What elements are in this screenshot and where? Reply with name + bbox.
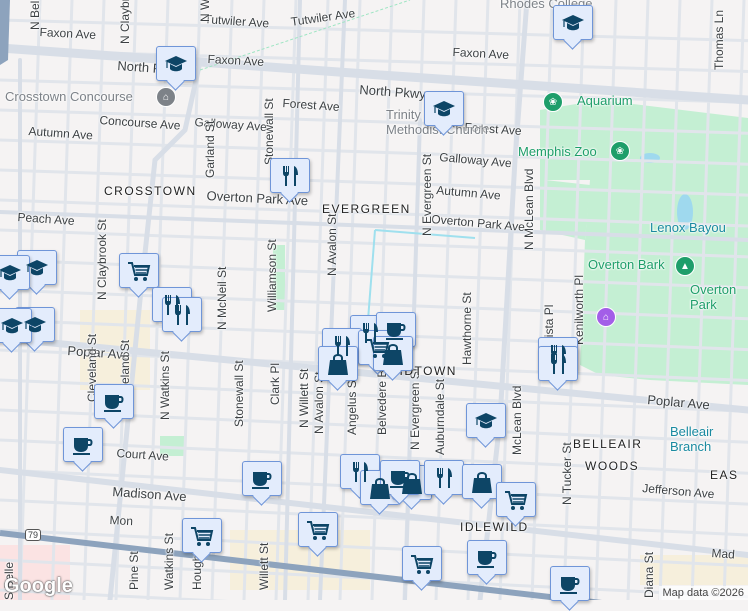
shopping-cart-icon [409,551,435,577]
graduation-cap-icon [22,312,48,338]
street-label: Faxon Ave [207,52,264,69]
street-label: Mon [109,513,133,528]
marker-cart[interactable] [402,546,442,581]
street-label: Willett St [257,543,271,590]
marker-cart[interactable] [496,482,536,517]
neighborhood-label: CROSSTOWN [104,184,197,198]
street-label: N Avalon St [325,214,339,276]
marker-coffee[interactable] [242,461,282,496]
graduation-cap-icon [473,408,499,434]
street-label: N Claybrook St [95,219,109,300]
street-label: Angelus St [345,377,359,435]
graduation-cap-icon [24,255,50,281]
tree-icon[interactable]: ▲ [675,256,695,276]
marker-restaurant[interactable] [270,158,310,193]
street-label: Mad [711,546,735,562]
graduation-cap-icon [431,96,457,122]
place-label: Overton Bark [588,257,665,272]
marker-coffee[interactable] [94,384,134,419]
graduation-cap-icon [560,10,586,36]
fork-knife-icon [169,302,195,328]
marker-school[interactable] [156,46,196,81]
shopping-cart-icon [305,517,331,543]
street-label: N McLean Blvd [522,169,536,250]
place-label: Overton Park [690,282,740,312]
place-label: Crosstown Concourse [5,89,133,104]
graduation-cap-icon [0,260,23,286]
street-label: Thomas Ln [712,10,726,70]
us-79-shield: 79 [25,529,41,541]
marker-coffee[interactable] [550,566,590,601]
street-label: Garland St [203,121,217,178]
marker-school[interactable] [424,91,464,126]
museum-icon[interactable]: ⌂ [596,307,616,327]
marker-cart[interactable] [182,518,222,553]
place-label: Memphis Zoo [518,144,597,159]
map-attribution[interactable]: Map data ©2026 [659,586,748,600]
marker-cart[interactable] [298,512,338,547]
shopping-cart-icon [126,258,152,284]
shopping-bag-icon [325,351,351,377]
street-label: Faxon Ave [39,25,96,42]
marker-cart[interactable] [119,253,159,288]
coffee-cup-icon [387,465,413,491]
marker-coffee[interactable] [63,427,103,462]
museum-icon[interactable]: ⌂ [156,87,176,107]
coffee-cup-icon [70,432,96,458]
marker-coffee[interactable] [467,540,507,575]
street-label: Auburndale St [433,379,447,455]
street-label: N Willett St [297,369,311,428]
marker-school[interactable] [553,5,593,40]
graduation-cap-icon [163,51,189,77]
marker-school[interactable] [466,403,506,438]
street-label: Hawthorne St [460,292,474,365]
neighborhood-label: BELLEAIR [573,437,642,451]
marker-restaurant[interactable] [424,460,464,495]
coffee-cup-icon [101,389,127,415]
street-label: Faxon Ave [452,45,509,62]
shopping-bag-icon [469,469,495,495]
street-label: Stonewall St [262,98,276,165]
shopping-cart-icon [189,523,215,549]
street-label: N Evergreen St [408,368,422,450]
coffee-cup-icon [557,571,583,597]
street-label: Pine St [127,551,141,590]
street-label: N Claybro [118,0,132,44]
paw-icon[interactable]: ❀ [543,92,563,112]
place-label: Lenox Bayou [650,220,726,235]
neighborhood-label: WOODS [585,459,639,473]
marker-restaurant[interactable] [538,346,578,381]
street-label: N Watkins St [158,351,172,420]
coffee-cup-icon [474,545,500,571]
street-label: Clark Pl [268,363,282,405]
street-label: Williamson St [265,239,279,312]
street-label: N W [198,0,212,22]
shopping-bag-icon [380,341,406,367]
coffee-cup-icon [249,466,275,492]
shopping-cart-icon [503,487,529,513]
street-label: Kenilworth Pl [572,275,586,345]
street-label: Watkins St [162,533,176,590]
fork-knife-icon [277,163,303,189]
street-label: Stonewall St [232,360,246,427]
google-logo: Google [4,575,73,598]
street-label: McLean Blvd [510,386,524,455]
place-label: Aquarium [577,93,633,108]
street-label: N Tucker St [560,442,574,505]
graduation-cap-icon [0,313,25,339]
paw-icon[interactable]: ❀ [610,141,630,161]
neighborhood-label: EAS [710,468,739,482]
street-label: Diana St [642,552,656,598]
place-label: Belleair Branch [670,424,730,454]
neighborhood-label: EVERGREEN [322,202,411,216]
fork-knife-icon [431,465,457,491]
street-label: N Evergreen St [420,154,434,236]
street-label: N McNeil St [215,267,229,330]
street-label: N Belle [28,0,42,30]
fork-knife-icon [545,351,571,377]
